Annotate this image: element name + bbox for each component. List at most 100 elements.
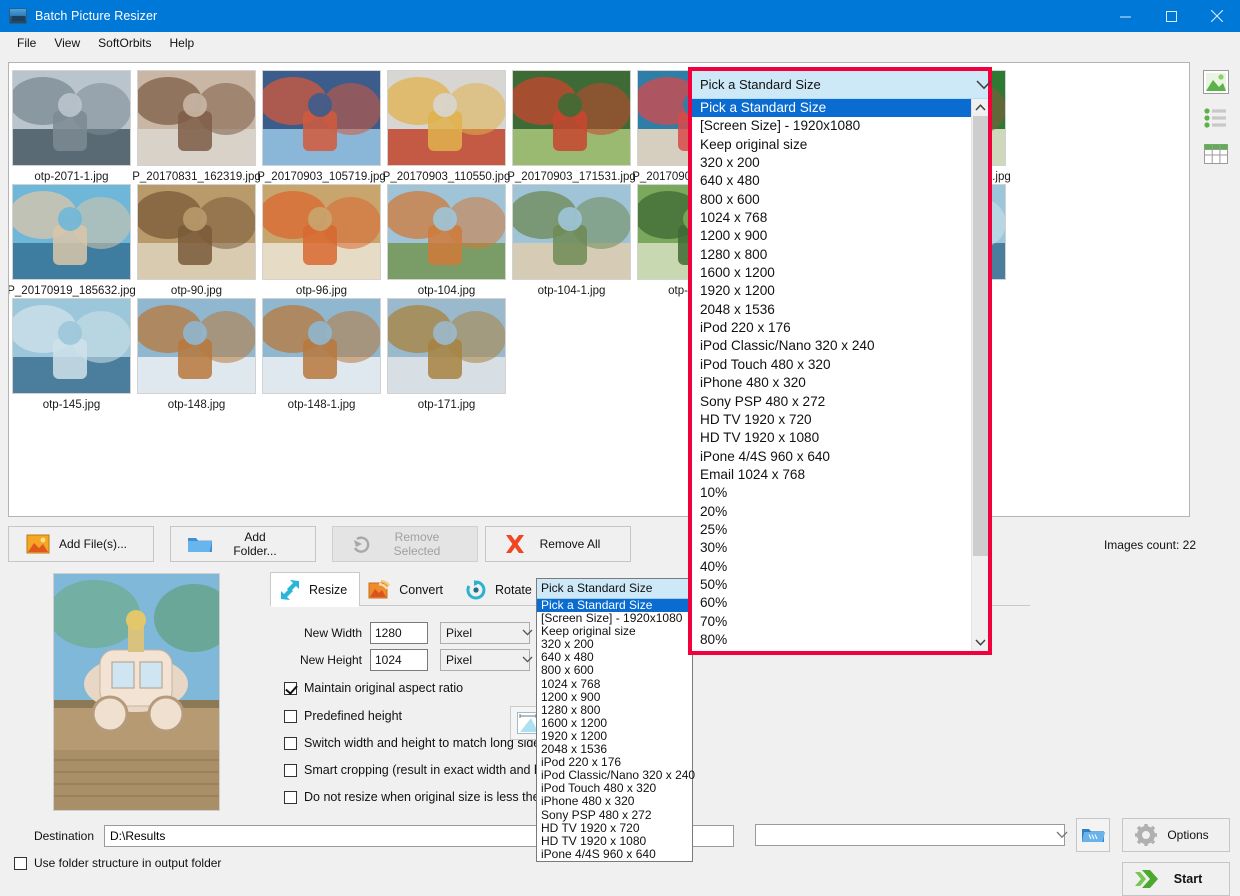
- standard-size-dropdown-body[interactable]: Pick a Standard Size[Screen Size] - 1920…: [692, 99, 988, 651]
- background-dropdown-option[interactable]: Sony PSP 480 x 272: [537, 809, 692, 822]
- new-width-input[interactable]: [370, 622, 428, 644]
- thumbnail-image[interactable]: [261, 297, 382, 395]
- standard-size-option[interactable]: [Screen Size] - 1920x1080: [692, 117, 972, 135]
- thumbnail-item[interactable]: otp-90.jpg: [134, 183, 259, 297]
- standard-size-option[interactable]: 20%: [692, 503, 972, 521]
- thumbnail-item[interactable]: otp-104-1.jpg: [509, 183, 634, 297]
- standard-size-option[interactable]: 2048 x 1536: [692, 301, 972, 319]
- standard-size-option[interactable]: 800 x 600: [692, 191, 972, 209]
- standard-size-option[interactable]: 1920 x 1200: [692, 282, 972, 300]
- standard-size-option[interactable]: iPhone 480 x 320: [692, 374, 972, 392]
- standard-size-option-list[interactable]: Pick a Standard Size[Screen Size] - 1920…: [692, 99, 972, 649]
- thumbnail-item[interactable]: otp-96.jpg: [259, 183, 384, 297]
- checkbox-predefined-height[interactable]: Predefined height: [284, 709, 402, 723]
- thumbnail-image[interactable]: [11, 69, 132, 167]
- image-list-panel[interactable]: otp-2071-1.jpgP_20170831_162319.jpgP_201…: [8, 62, 1190, 517]
- standard-size-option[interactable]: 1600 x 1200: [692, 264, 972, 282]
- thumbnail-image[interactable]: [11, 183, 132, 281]
- standard-size-option[interactable]: 80%: [692, 631, 972, 649]
- thumbnail-item[interactable]: P_20170831_162319.jpg: [134, 69, 259, 183]
- options-button[interactable]: Options: [1122, 818, 1230, 852]
- background-dropdown-option[interactable]: HD TV 1920 x 1080: [537, 835, 692, 848]
- standard-size-option[interactable]: 25%: [692, 521, 972, 539]
- background-dropdown-header[interactable]: Pick a Standard Size: [537, 579, 692, 599]
- checkbox-icon[interactable]: [284, 791, 297, 804]
- tab-resize[interactable]: Resize: [270, 572, 360, 606]
- single-image-view-icon[interactable]: [1198, 66, 1234, 98]
- thumbnail-item[interactable]: otp-2071-1.jpg: [9, 69, 134, 183]
- checkbox-icon[interactable]: [14, 857, 27, 870]
- checkbox-smart-cropping[interactable]: Smart cropping (result in exact width an…: [284, 763, 572, 777]
- tab-convert[interactable]: Convert: [360, 572, 456, 606]
- close-icon[interactable]: [1194, 0, 1240, 32]
- standard-size-option[interactable]: 640 x 480: [692, 172, 972, 190]
- standard-size-option[interactable]: iPod Classic/Nano 320 x 240: [692, 337, 972, 355]
- thumbnail-image[interactable]: [136, 297, 257, 395]
- standard-size-option[interactable]: 1280 x 800: [692, 246, 972, 264]
- checkbox-icon[interactable]: [284, 710, 297, 723]
- standard-size-option[interactable]: Sony PSP 480 x 272: [692, 393, 972, 411]
- checkbox-icon[interactable]: [284, 764, 297, 777]
- thumbnail-image[interactable]: [261, 69, 382, 167]
- checkbox-icon[interactable]: [284, 682, 297, 695]
- scrollbar-thumb[interactable]: [973, 116, 988, 556]
- thumbnail-item[interactable]: otp-104.jpg: [384, 183, 509, 297]
- background-dropdown-option[interactable]: 1280 x 800: [537, 704, 692, 717]
- thumbnail-item[interactable]: P_20170919_185632.jpg: [9, 183, 134, 297]
- maximize-icon[interactable]: [1148, 0, 1194, 32]
- menu-item-help[interactable]: Help: [161, 33, 204, 53]
- grid-view-icon[interactable]: [1198, 138, 1234, 170]
- minimize-icon[interactable]: [1102, 0, 1148, 32]
- standard-size-option[interactable]: HD TV 1920 x 720: [692, 411, 972, 429]
- background-dropdown-list[interactable]: Pick a Standard Size[Screen Size] - 1920…: [537, 599, 692, 861]
- standard-size-option[interactable]: Email 1024 x 768: [692, 466, 972, 484]
- thumbnail-image[interactable]: [261, 183, 382, 281]
- standard-size-option[interactable]: iPone 4/4S 960 x 640: [692, 448, 972, 466]
- thumbnail-image[interactable]: [386, 69, 507, 167]
- tab-rotate[interactable]: Rotate: [456, 572, 545, 606]
- menu-item-softorbits[interactable]: SoftOrbits: [89, 33, 160, 53]
- standard-size-option[interactable]: 30%: [692, 539, 972, 557]
- menu-item-file[interactable]: File: [8, 33, 45, 53]
- thumbnail-image[interactable]: [511, 183, 632, 281]
- standard-size-dropdown-header[interactable]: Pick a Standard Size: [692, 71, 988, 99]
- start-button[interactable]: Start: [1122, 862, 1230, 896]
- standard-size-option[interactable]: 40%: [692, 558, 972, 576]
- dropdown-scrollbar[interactable]: [971, 99, 988, 651]
- thumbnail-item[interactable]: otp-171.jpg: [384, 297, 509, 411]
- thumbnail-image[interactable]: [136, 183, 257, 281]
- standard-size-dropdown[interactable]: Pick a Standard Size Pick a Standard Siz…: [688, 67, 992, 655]
- background-dropdown-option[interactable]: 800 x 600: [537, 664, 692, 677]
- thumbnail-image[interactable]: [386, 297, 507, 395]
- chevron-up-icon[interactable]: [972, 99, 988, 116]
- thumbnail-image[interactable]: [136, 69, 257, 167]
- background-dropdown-option[interactable]: 1200 x 900: [537, 691, 692, 704]
- chevron-down-icon[interactable]: [972, 634, 988, 651]
- standard-size-option[interactable]: iPod 220 x 176: [692, 319, 972, 337]
- background-dropdown-option[interactable]: HD TV 1920 x 720: [537, 822, 692, 835]
- standard-size-option[interactable]: 50%: [692, 576, 972, 594]
- add-files-button[interactable]: Add File(s)...: [8, 526, 154, 562]
- thumbnail-image[interactable]: [386, 183, 507, 281]
- browse-folder-button[interactable]: [1076, 818, 1110, 852]
- new-height-unit-select[interactable]: Pixel: [440, 649, 530, 671]
- checkbox-maintain-aspect[interactable]: Maintain original aspect ratio: [284, 681, 463, 695]
- standard-size-option[interactable]: 1200 x 900: [692, 227, 972, 245]
- thumbnail-item[interactable]: P_20170903_110550.jpg: [384, 69, 509, 183]
- thumbnail-image[interactable]: [511, 69, 632, 167]
- thumbnail-item[interactable]: otp-148.jpg: [134, 297, 259, 411]
- thumbnail-image[interactable]: [11, 297, 132, 395]
- standard-size-option[interactable]: Keep original size: [692, 136, 972, 154]
- list-view-icon[interactable]: [1198, 102, 1234, 134]
- thumbnail-item[interactable]: otp-145.jpg: [9, 297, 134, 411]
- background-dropdown-option[interactable]: 1024 x 768: [537, 678, 692, 691]
- standard-size-option[interactable]: iPod Touch 480 x 320: [692, 356, 972, 374]
- menu-item-view[interactable]: View: [45, 33, 89, 53]
- standard-size-option[interactable]: 10%: [692, 484, 972, 502]
- standard-size-option[interactable]: 70%: [692, 613, 972, 631]
- remove-all-button[interactable]: Remove All: [485, 526, 631, 562]
- new-width-unit-select[interactable]: Pixel: [440, 622, 530, 644]
- standard-size-option[interactable]: 1024 x 768: [692, 209, 972, 227]
- thumbnail-item[interactable]: P_20170903_171531.jpg: [509, 69, 634, 183]
- background-standard-size-dropdown[interactable]: Pick a Standard Size Pick a Standard Siz…: [536, 578, 693, 862]
